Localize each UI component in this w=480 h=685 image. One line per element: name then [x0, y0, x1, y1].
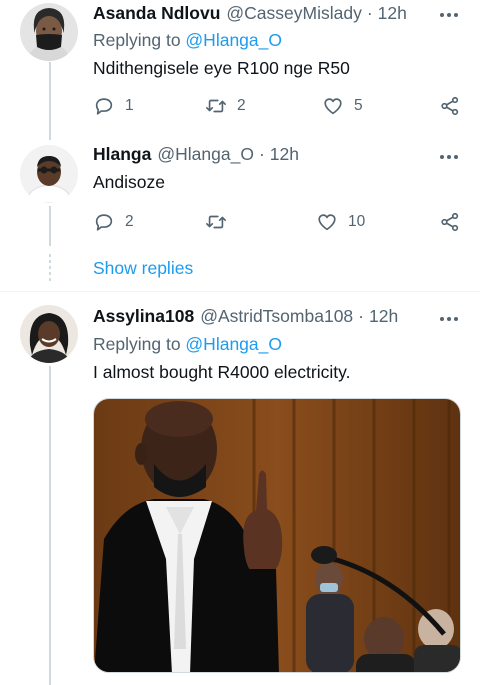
- tweet-actions: 2 10: [93, 210, 465, 234]
- tweet-text: I almost bought R4000 electricity.: [93, 362, 351, 382]
- like-icon: [324, 98, 342, 115]
- reply-icon: [95, 98, 113, 115]
- more-icon[interactable]: [436, 309, 462, 329]
- tweet-header: Hlanga @Hlanga_O · 12h: [93, 144, 299, 168]
- retweet-count: 2: [237, 97, 246, 114]
- display-name[interactable]: Asanda Ndlovu: [93, 3, 220, 24]
- share-icon: [441, 96, 459, 116]
- username[interactable]: @CasseyMislady: [226, 3, 361, 24]
- reply-count: 1: [125, 97, 134, 114]
- avatar[interactable]: [20, 145, 78, 203]
- show-replies-link[interactable]: Show replies: [93, 258, 193, 279]
- more-icon[interactable]: [436, 5, 462, 25]
- photo-courtroom: [94, 399, 460, 672]
- username[interactable]: @AstridTsomba108: [200, 306, 353, 327]
- avatar[interactable]: [20, 305, 78, 363]
- share-icon: [441, 212, 459, 232]
- tweet-header: Asanda Ndlovu @CasseyMislady · 12h: [93, 3, 407, 27]
- more-icon[interactable]: [436, 147, 462, 167]
- like-count: 5: [354, 97, 363, 114]
- like-button[interactable]: 10: [316, 210, 365, 234]
- thread-connector: [49, 62, 51, 140]
- mention-link[interactable]: @Hlanga_O: [185, 334, 282, 354]
- replying-to-prefix: Replying to: [93, 334, 186, 354]
- mention-link[interactable]: @Hlanga_O: [185, 30, 282, 50]
- tweet-text: Andisoze: [93, 172, 165, 192]
- reply-count: 2: [125, 213, 134, 230]
- timestamp[interactable]: 12h: [378, 3, 407, 24]
- tweet-text: Ndithengisele eye R100 nge R50: [93, 58, 350, 78]
- thread-connector-dotted: [49, 254, 51, 282]
- display-name[interactable]: Assylina108: [93, 306, 194, 327]
- timestamp[interactable]: 12h: [369, 306, 398, 327]
- reply-button[interactable]: 1: [93, 94, 134, 118]
- reply-icon: [95, 214, 113, 231]
- like-count: 10: [348, 213, 366, 230]
- retweet-button[interactable]: 2: [205, 94, 246, 118]
- like-button[interactable]: 5: [322, 94, 363, 118]
- divider: [0, 291, 480, 292]
- replying-to: Replying to @Hlanga_O: [93, 334, 282, 355]
- share-button[interactable]: [439, 210, 461, 234]
- tweet-header: Assylina108 @AstridTsomba108 · 12h: [93, 306, 398, 330]
- timestamp[interactable]: 12h: [270, 144, 299, 165]
- retweet-button[interactable]: [205, 210, 237, 234]
- separator-dot: ·: [366, 3, 373, 23]
- username[interactable]: @Hlanga_O: [157, 144, 254, 165]
- replying-to: Replying to @Hlanga_O: [93, 30, 282, 51]
- tweet-media-image[interactable]: [93, 398, 461, 673]
- tweet-actions: 1 2 5: [93, 94, 465, 118]
- separator-dot: ·: [358, 306, 364, 326]
- share-button[interactable]: [439, 94, 461, 118]
- reply-button[interactable]: 2: [93, 210, 134, 234]
- thread-connector: [49, 206, 51, 246]
- retweet-icon: [206, 99, 226, 113]
- display-name[interactable]: Hlanga: [93, 144, 151, 165]
- thread-connector: [49, 366, 51, 685]
- retweet-icon: [206, 215, 226, 229]
- separator-dot: ·: [258, 144, 265, 164]
- replying-to-prefix: Replying to: [93, 30, 186, 50]
- like-icon: [318, 214, 336, 231]
- avatar[interactable]: [20, 3, 78, 61]
